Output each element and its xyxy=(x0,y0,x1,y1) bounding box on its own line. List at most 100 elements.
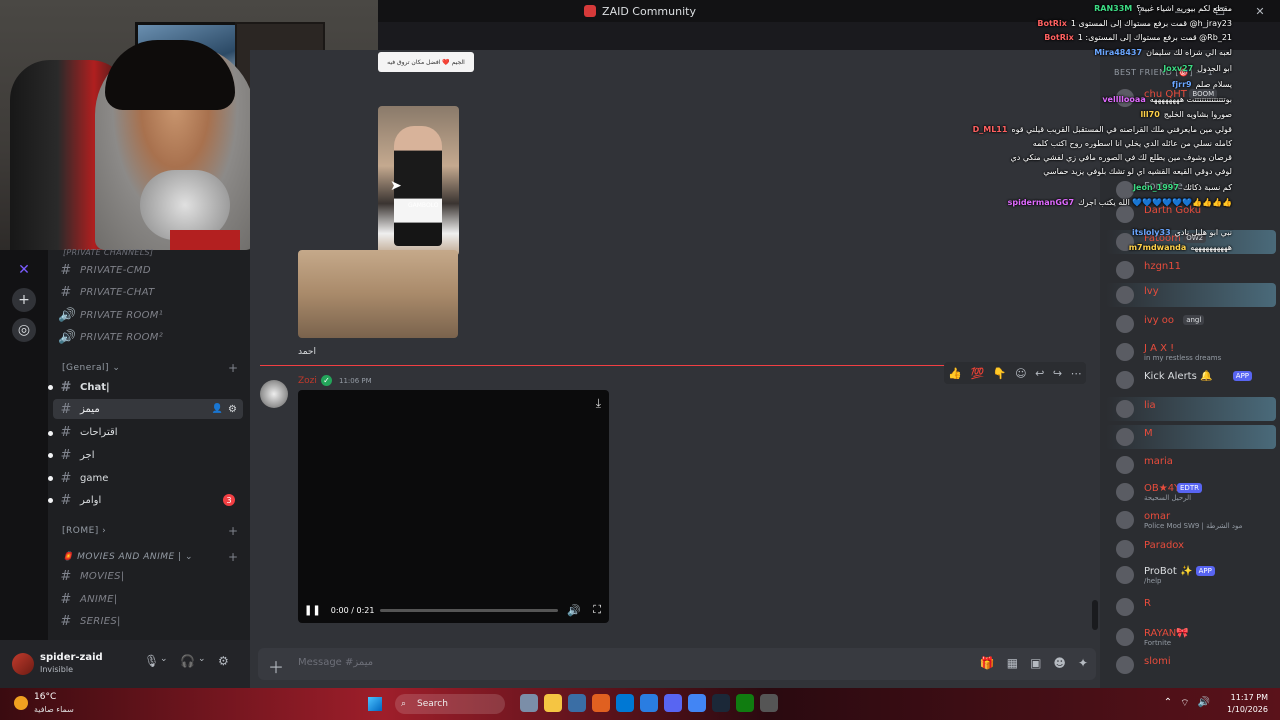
author-avatar[interactable] xyxy=(260,380,288,408)
scrollbar[interactable] xyxy=(1092,600,1098,630)
channel-private-chat[interactable]: # PRIVATE-CHAT xyxy=(53,282,243,302)
channel-private-room-2[interactable]: 🔊 PRIVATE ROOM² xyxy=(53,327,243,347)
chrome-icon[interactable] xyxy=(688,694,706,712)
discord-icon[interactable] xyxy=(664,694,682,712)
member-item[interactable]: maria xyxy=(1106,453,1276,477)
composer-placeholder[interactable]: Message #ميمز xyxy=(298,657,373,668)
settings-icon[interactable]: ⚙ xyxy=(228,404,237,415)
taskbar-search[interactable]: ⌕ Search xyxy=(395,694,505,714)
microphone-icon[interactable]: 🎙 xyxy=(144,654,159,668)
channel-memes[interactable]: # ميمز ⚙ 👤 xyxy=(53,399,243,419)
settings-icon[interactable]: ⚙ xyxy=(218,654,229,668)
wifi-icon[interactable]: ⌔ xyxy=(1180,697,1189,710)
emoji-icon[interactable]: ☻ xyxy=(1053,656,1066,670)
chevron-down-icon[interactable]: ⌄ xyxy=(160,654,168,664)
member-item[interactable]: RAYAN🎀 Fortnite xyxy=(1106,625,1276,649)
search-icon: ⌕ xyxy=(401,699,407,709)
category-rome[interactable]: [ROME] › xyxy=(62,526,106,536)
member-item[interactable]: Kick Alerts 🔔 APP xyxy=(1106,368,1276,392)
member-item[interactable]: ProBot ✨ APP/help xyxy=(1106,563,1276,587)
headphones-icon[interactable]: 🎧 xyxy=(180,654,195,668)
channel-game[interactable]: # game xyxy=(53,468,243,488)
invite-icon[interactable]: 👤 xyxy=(212,404,223,414)
add-channel-icon[interactable]: + xyxy=(228,550,238,564)
edge-icon[interactable] xyxy=(616,694,634,712)
point-down-icon[interactable]: 👇 xyxy=(993,367,1007,380)
channel-private-room-1[interactable]: 🔊 PRIVATE ROOM¹ xyxy=(53,305,243,325)
channel-private-cmd[interactable]: # PRIVATE-CMD xyxy=(53,260,243,280)
member-item[interactable]: Fatoom OW2 xyxy=(1106,230,1276,254)
gif-icon[interactable]: ▦ xyxy=(1007,656,1018,670)
explore-icon[interactable]: ◎ xyxy=(12,318,36,342)
minimize-button[interactable]: — xyxy=(1160,0,1200,22)
outlook-icon[interactable] xyxy=(568,694,586,712)
member-avatar xyxy=(1116,540,1134,558)
taskbar-clock[interactable]: 11:17 PM 1/10/2026 xyxy=(1227,692,1268,716)
app-icon[interactable] xyxy=(592,694,610,712)
member-item[interactable]: J A X ! in my restless dreams xyxy=(1106,340,1276,364)
thumbs-up-icon[interactable]: 👍 xyxy=(948,367,962,380)
download-icon[interactable]: ⤓ xyxy=(596,396,601,411)
member-item[interactable]: hzgn11 xyxy=(1106,258,1276,282)
file-explorer-icon[interactable] xyxy=(544,694,562,712)
chevron-up-icon[interactable]: ⌃ xyxy=(1164,697,1172,710)
attach-icon[interactable]: ＋ xyxy=(268,654,284,678)
start-icon[interactable] xyxy=(368,697,382,711)
member-item[interactable]: omar Police Mod SW9 | مود الشرطة xyxy=(1106,508,1276,532)
add-channel-icon[interactable]: + xyxy=(228,361,238,375)
taskview-icon[interactable] xyxy=(520,694,538,712)
member-item[interactable]: OB★4Y EDTR الرحيل السحيحة xyxy=(1106,480,1276,504)
member-item[interactable]: lia xyxy=(1106,397,1276,421)
member-item[interactable]: chu QHT BOOM xyxy=(1106,86,1276,110)
channel-anime[interactable]: # ANIME| xyxy=(53,589,243,609)
partial-image[interactable]: الجيم ❤️ افضل مكان تروق فيه xyxy=(378,52,474,72)
channel-series[interactable]: # SERIES| xyxy=(53,611,243,631)
app-icon[interactable] xyxy=(640,694,658,712)
message-author[interactable]: Zozi xyxy=(298,376,317,386)
video-progress-bar[interactable] xyxy=(380,609,558,612)
category-movies[interactable]: 🏮 MOVIES AND ANIME | ⌄ xyxy=(62,552,193,562)
maximize-button[interactable]: ☐ xyxy=(1200,0,1240,22)
help-icon[interactable]: ? xyxy=(1120,0,1160,22)
sticker-icon[interactable]: ▣ xyxy=(1030,656,1041,670)
fullscreen-icon[interactable]: ⛶ xyxy=(593,603,601,617)
member-item[interactable]: R xyxy=(1106,595,1276,619)
member-item[interactable]: slomi xyxy=(1106,653,1276,677)
weather-temp[interactable]: 16°C xyxy=(34,692,56,702)
add-channel-icon[interactable]: + xyxy=(228,524,238,538)
apps-icon[interactable]: ✦ xyxy=(1078,656,1088,670)
steam-icon[interactable] xyxy=(712,694,730,712)
user-avatar[interactable] xyxy=(12,653,34,675)
category-general[interactable]: [General] ⌄ xyxy=(62,363,120,373)
add-server-icon[interactable]: + xyxy=(12,288,36,312)
close-button[interactable]: ✕ xyxy=(1240,0,1280,22)
channel-ajr[interactable]: # اجر xyxy=(53,445,243,465)
reply-icon[interactable]: ↩ xyxy=(1035,367,1044,380)
volume-icon[interactable]: 🔊 xyxy=(567,604,581,617)
video-player[interactable]: ⤓ ❚❚ 0:00 / 0:21 🔊 ⛶ xyxy=(298,390,609,623)
pause-icon[interactable]: ❚❚ xyxy=(304,605,321,616)
add-reaction-icon[interactable]: ☺ xyxy=(1015,367,1026,380)
forward-icon[interactable]: ↪ xyxy=(1053,367,1062,380)
member-item[interactable]: M xyxy=(1106,425,1276,449)
member-item[interactable]: lvy xyxy=(1106,283,1276,307)
server-logo-icon[interactable]: ✕ xyxy=(12,258,36,282)
hundred-icon[interactable]: 💯 xyxy=(971,367,985,380)
more-icon[interactable]: ⋯ xyxy=(1071,367,1082,380)
xbox-icon[interactable] xyxy=(736,694,754,712)
member-item[interactable]: Fortnite xyxy=(1106,178,1276,202)
message-composer[interactable]: ＋ Message #ميمز 🎁 ▦ ▣ ☻ ✦ xyxy=(258,648,1096,680)
member-item[interactable]: Paradox xyxy=(1106,537,1276,561)
gift-icon[interactable]: 🎁 xyxy=(980,656,995,670)
channel-movies[interactable]: # MOVIES| xyxy=(53,566,243,586)
chevron-down-icon[interactable]: ⌄ xyxy=(198,654,206,664)
channel-suggestions[interactable]: # اقتراحات xyxy=(53,422,243,442)
member-item[interactable]: Darth Goku xyxy=(1106,202,1276,226)
volume-icon[interactable]: 🔊 xyxy=(1198,697,1210,710)
category-private[interactable]: [PRIVATE CHANNELS] xyxy=(53,242,243,262)
channel-commands[interactable]: # اوامر 3 xyxy=(53,490,243,510)
meme-image-bottom[interactable] xyxy=(298,250,458,338)
channel-chat[interactable]: # Chat| xyxy=(53,377,243,397)
settings-icon[interactable] xyxy=(760,694,778,712)
member-item[interactable]: ivy oo angl xyxy=(1106,312,1276,336)
